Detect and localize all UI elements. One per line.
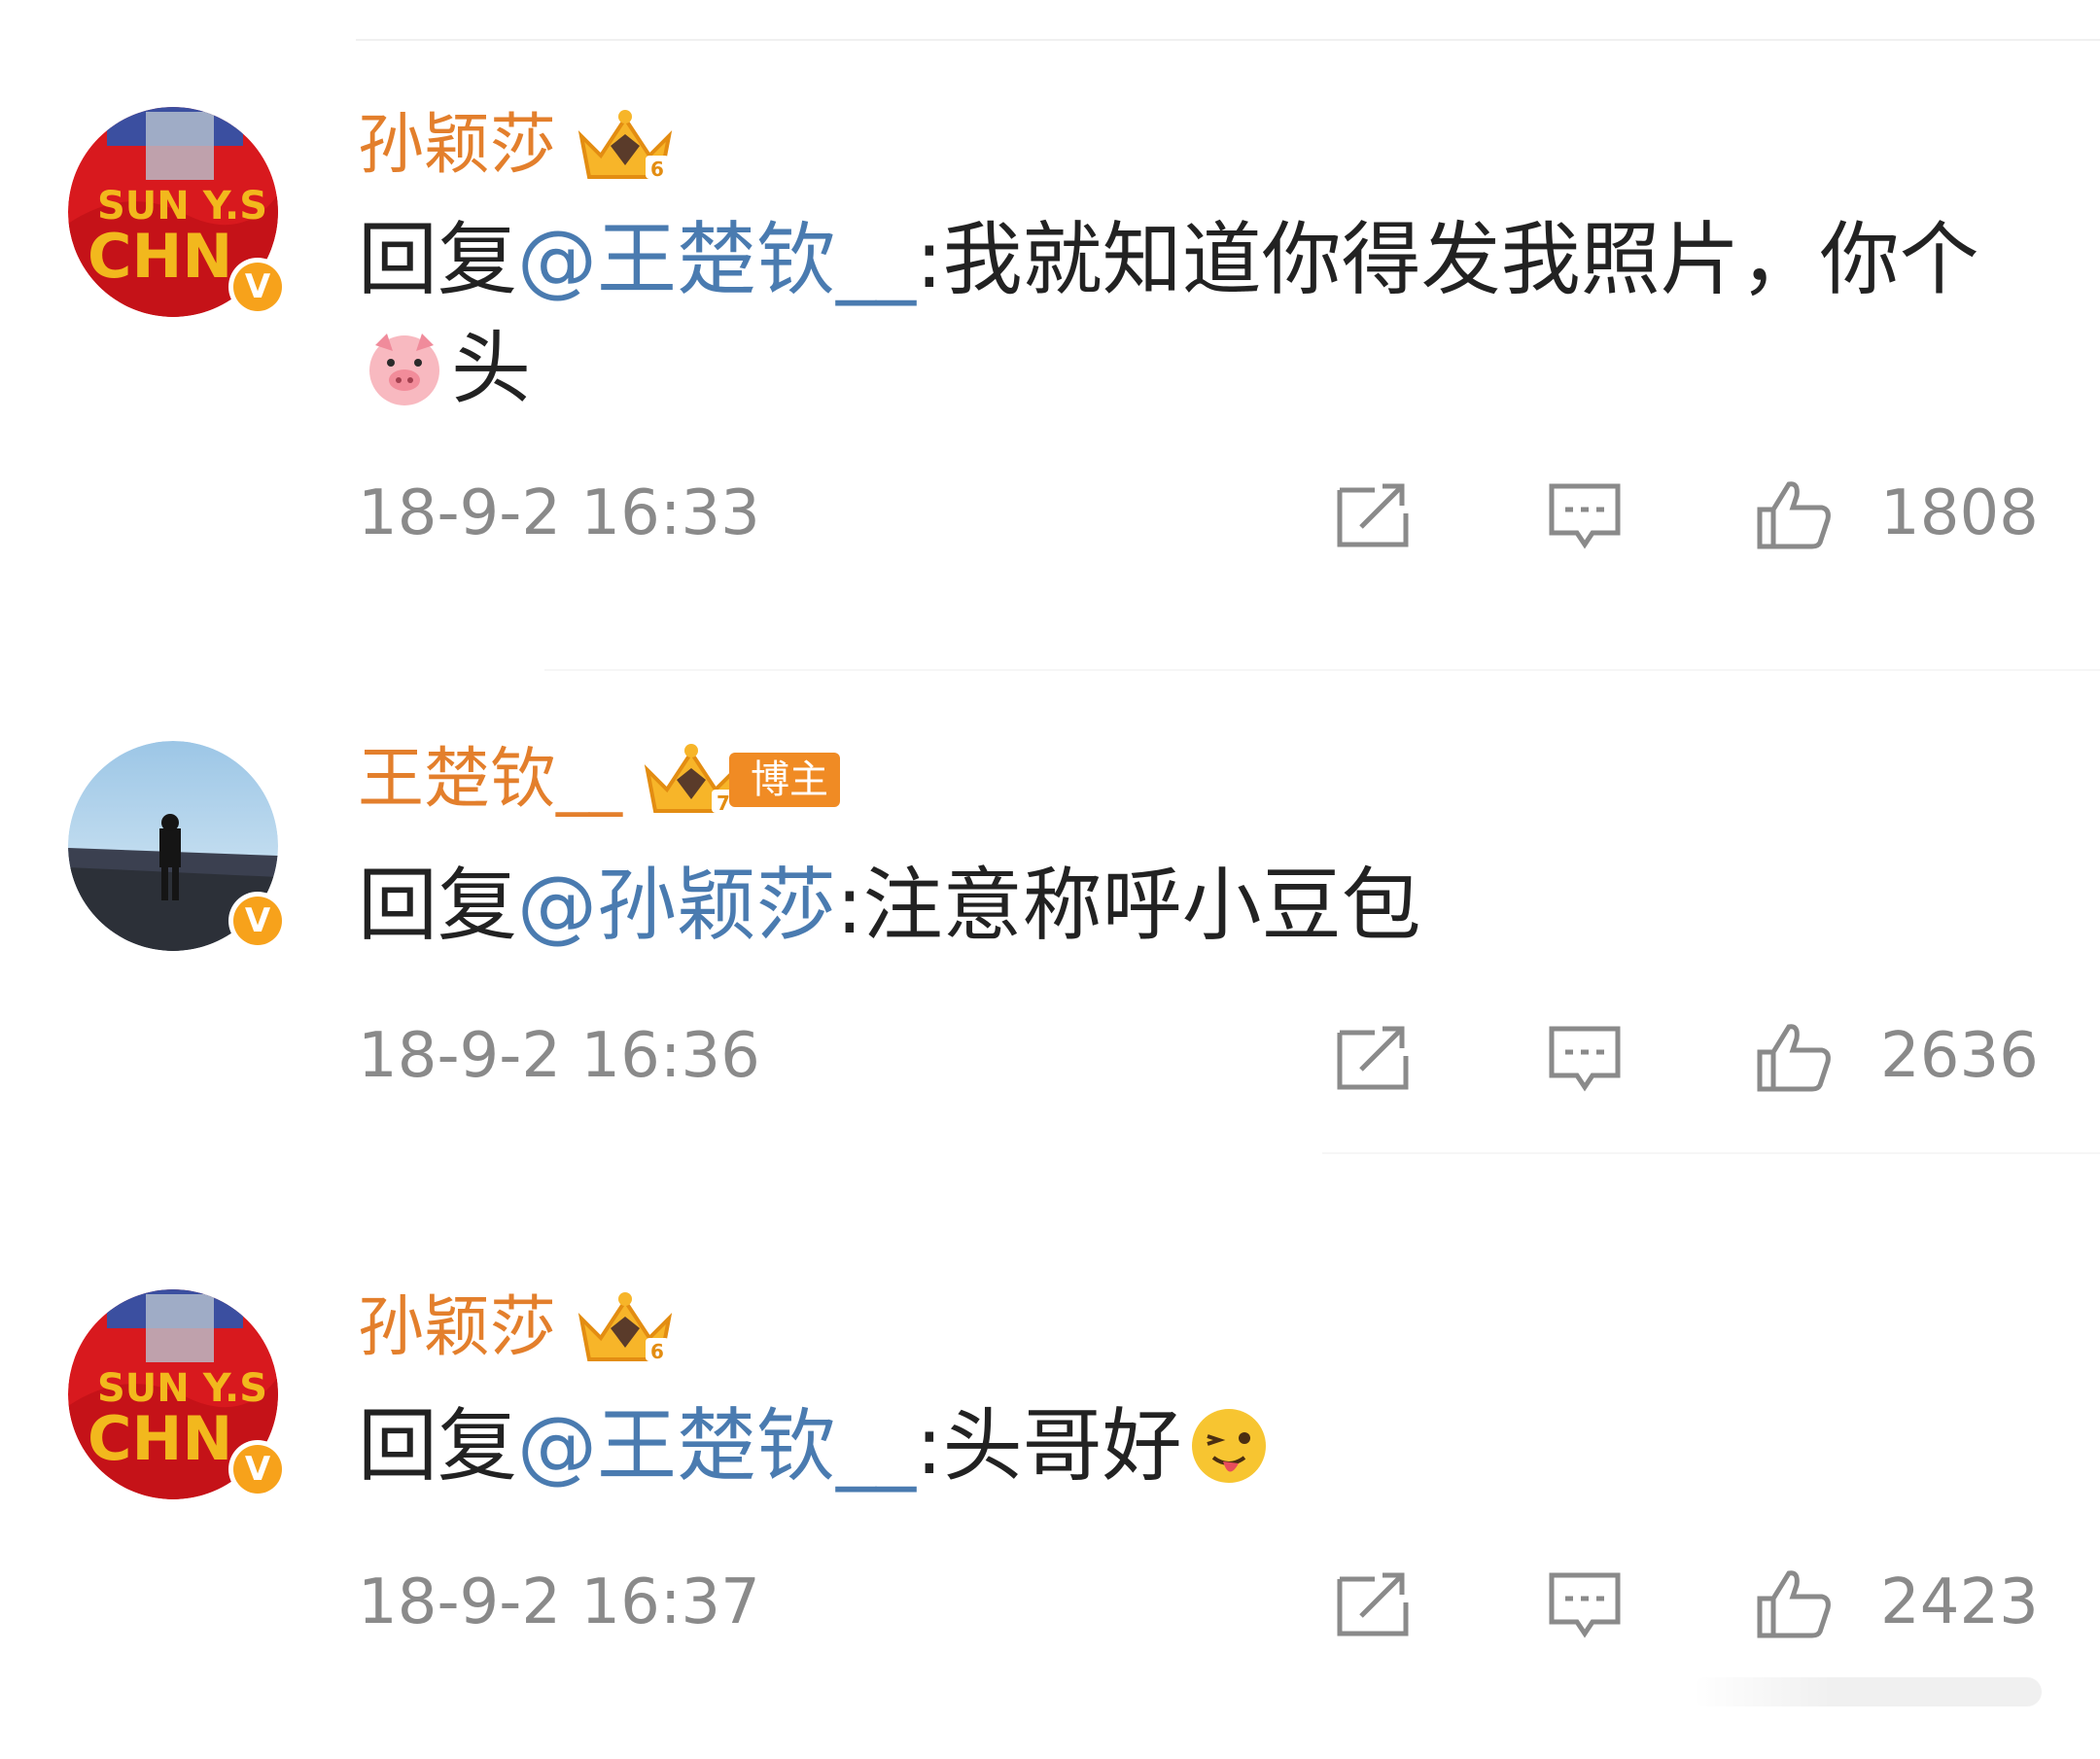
username[interactable]: 王楚钦__ [358, 741, 622, 819]
comment-text: 回复@孙颖莎:注意称呼小豆包 [358, 852, 1991, 961]
svg-text:7: 7 [717, 792, 730, 815]
crown-badge-icon: 6 [574, 107, 677, 185]
meta-row: 18-9-2 16:37 2423 [358, 1564, 2039, 1641]
timestamp: 18-9-2 16:33 [358, 477, 760, 549]
username[interactable]: 孙颖莎 [358, 1289, 556, 1367]
avatar[interactable]: SUN Y.S CHN V [68, 1289, 287, 1499]
scroll-fade [1692, 1677, 2042, 1706]
share-icon[interactable] [1334, 480, 1412, 550]
share-icon[interactable] [1334, 1023, 1412, 1093]
pig-face-icon [369, 333, 439, 405]
comment-body: :头哥好 [916, 1400, 1182, 1493]
share-icon[interactable] [1334, 1569, 1412, 1639]
comment-icon[interactable] [1546, 1569, 1624, 1639]
avatar[interactable]: SUN Y.S CHN V [68, 107, 287, 317]
blogger-badge: 博主 [729, 753, 841, 807]
crown-badge-icon: 6 [574, 1289, 677, 1367]
timestamp: 18-9-2 16:37 [358, 1566, 760, 1638]
like-icon[interactable] [1756, 1569, 1834, 1639]
tongue-wink-face-icon [1191, 1408, 1266, 1483]
comment-body: :我就知道你得发我照片，你个 [916, 214, 1979, 306]
svg-text:CHN: CHN [88, 1403, 232, 1474]
avatar[interactable]: V [68, 741, 287, 951]
mention-link[interactable]: @孙颖莎 [517, 860, 836, 952]
like-icon[interactable] [1756, 1023, 1834, 1093]
svg-text:CHN: CHN [88, 221, 232, 292]
divider [1322, 1152, 2100, 1154]
comment-body-end: 头 [451, 323, 532, 415]
like-count: 2636 [1880, 1020, 2039, 1092]
top-divider [356, 39, 2100, 41]
verified-icon: V [228, 892, 287, 950]
comment-text: 回复@王楚钦__:头哥好 [358, 1392, 1991, 1501]
reply-prefix: 回复 [358, 214, 518, 306]
mention-link[interactable]: @王楚钦__ [517, 214, 916, 306]
comment-icon[interactable] [1546, 1023, 1624, 1093]
mention-link[interactable]: @王楚钦__ [517, 1400, 916, 1493]
divider [544, 669, 2100, 671]
like-count: 1808 [1880, 477, 2039, 549]
username[interactable]: 孙颖莎 [358, 107, 556, 185]
name-row: 孙颖莎 6 [358, 107, 677, 185]
meta-row: 18-9-2 16:33 1808 [358, 475, 2039, 552]
reply-prefix: 回复 [358, 1400, 518, 1493]
weibo-comment-thread: SUN Y.S CHN V 孙颖莎 6 回复@王楚钦__:我就知道你得发我照片，… [0, 0, 2100, 1759]
name-row: 王楚钦__ 7 博主 [358, 741, 841, 819]
svg-text:6: 6 [650, 158, 664, 181]
timestamp: 18-9-2 16:36 [358, 1020, 760, 1092]
meta-row: 18-9-2 16:36 2636 [358, 1017, 2039, 1095]
verified-icon: V [228, 258, 287, 316]
like-icon[interactable] [1756, 480, 1834, 550]
like-count: 2423 [1880, 1566, 2039, 1638]
comment-icon[interactable] [1546, 480, 1624, 550]
comment-body: :注意称呼小豆包 [836, 860, 1421, 952]
reply-prefix: 回复 [358, 860, 518, 952]
comment-text: 回复@王楚钦__:我就知道你得发我照片，你个 头 [358, 206, 1991, 424]
crown-badge-icon: 7 博主 [640, 741, 841, 819]
verified-icon: V [228, 1440, 287, 1498]
name-row: 孙颖莎 6 [358, 1289, 677, 1367]
svg-text:6: 6 [650, 1340, 664, 1363]
